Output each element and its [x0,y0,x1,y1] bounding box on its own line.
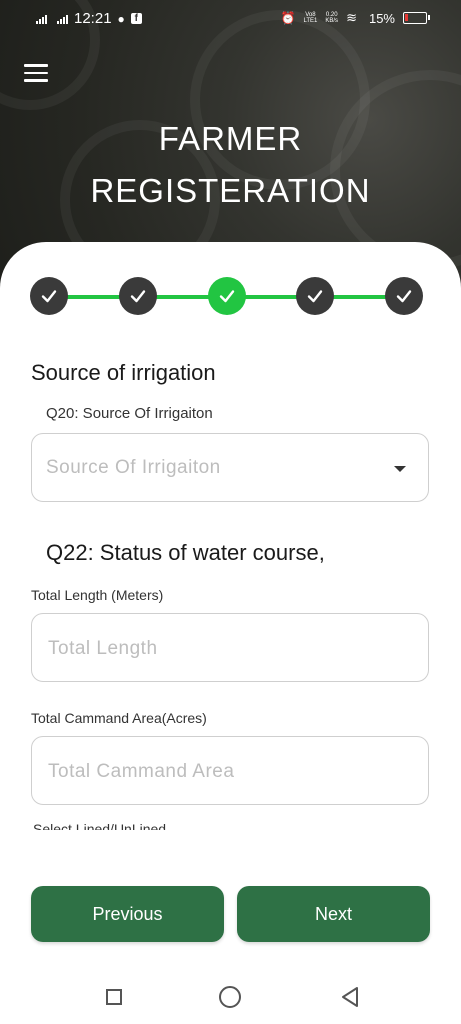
next-button[interactable]: Next [237,886,430,942]
progress-stepper [30,276,424,318]
signal-icon [57,14,68,24]
step-4-checkmark-icon[interactable] [296,277,334,315]
total-length-field [31,613,429,683]
network-type: Vo8 LTE1 [303,12,317,24]
data-speed: 0.20 KB/s [325,12,338,24]
status-bar: 12:21 ● f ⏰ Vo8 LTE1 0.20 KB/s ≋ 15% [0,0,461,36]
dropdown-caret-icon [394,466,406,472]
previous-button[interactable]: Previous [31,886,224,942]
total-length-input[interactable] [46,614,390,683]
dropdown-placeholder: Source Of Irrigaiton [46,457,221,478]
total-length-label: Total Length (Meters) [31,587,164,603]
data-speed-unit: KB/s [325,18,339,24]
q22-title: Q22: Status of water course, [46,540,325,565]
back-triangle-icon[interactable] [339,986,361,1008]
step-2-checkmark-icon[interactable] [119,277,157,315]
hamburger-menu-icon[interactable] [24,64,48,82]
page-title-line1: FARMER [158,120,303,157]
signal-icon [36,14,47,24]
section-title: Source of irrigation [31,360,216,385]
step-1-checkmark-icon[interactable] [30,277,68,315]
command-area-field [31,736,429,806]
facebook-icon: f [130,13,142,24]
status-time: 12:21 [74,10,112,27]
step-3-checkmark-icon[interactable] [208,277,246,315]
step-5-checkmark-icon[interactable] [385,277,423,315]
snapchat-icon: ● [117,11,125,26]
alarm-icon: ⏰ [280,11,296,25]
lined-unlined-label: Select Lined/UnLined [33,821,167,830]
command-area-input[interactable] [46,737,390,806]
system-nav-bar [0,970,461,1024]
q20-label: Q20: Source Of Irrigaiton [46,405,213,422]
page-title-line2: REGISTERATION [90,172,371,209]
battery-icon [403,12,430,24]
home-circle-icon[interactable] [219,986,241,1008]
page-title: FARMER REGISTERATION [0,113,461,217]
battery-percent: 15% [368,10,395,26]
wifi-icon: ≋ [346,10,357,25]
command-area-label: Total Cammand Area(Acres) [31,710,207,726]
network-type-bottom: LTE1 [303,18,318,24]
source-of-irrigation-dropdown[interactable]: Source Of Irrigaiton [31,433,429,502]
recent-apps-square-icon[interactable] [106,989,122,1005]
